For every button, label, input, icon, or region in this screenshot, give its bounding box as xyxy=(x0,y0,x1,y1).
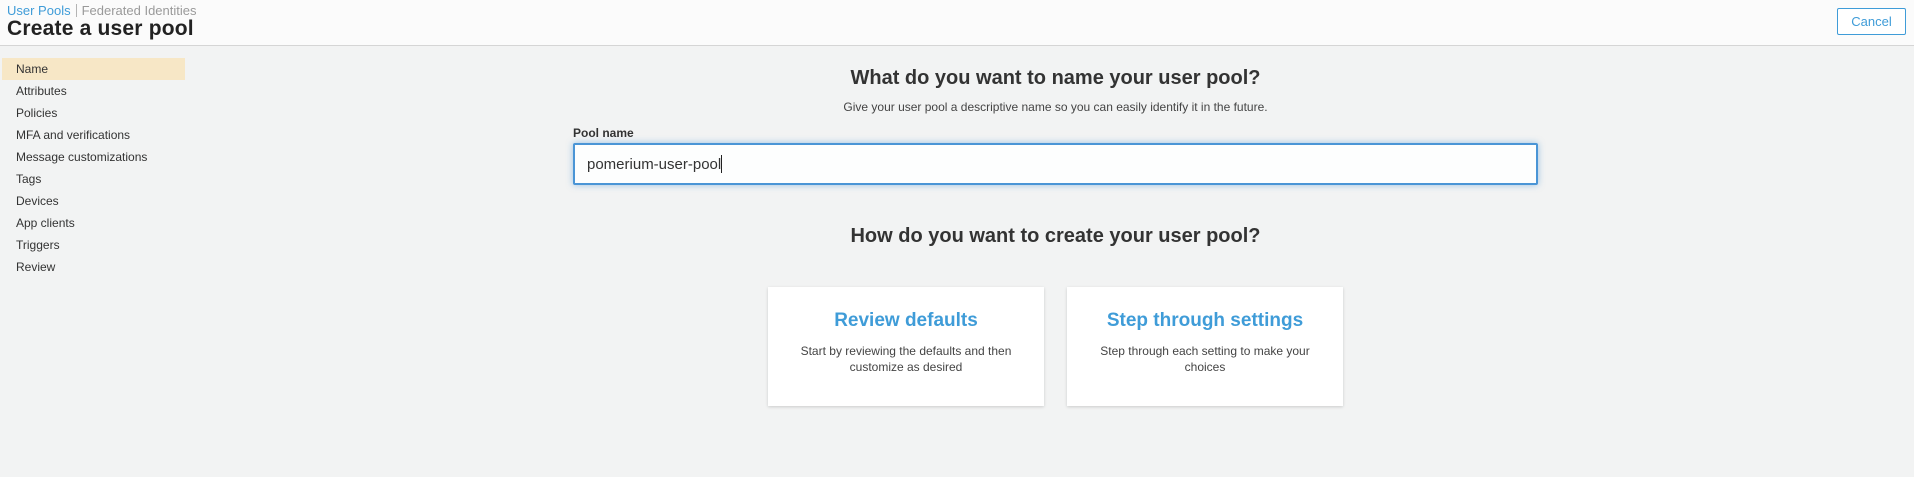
name-question-heading: What do you want to name your user pool? xyxy=(850,67,1261,89)
step-through-settings-card[interactable]: Step through settings Step through each … xyxy=(1067,287,1343,406)
sidebar-item-tags[interactable]: Tags xyxy=(2,168,185,190)
create-question-heading: How do you want to create your user pool… xyxy=(850,225,1261,247)
pool-name-field xyxy=(573,143,1538,185)
page-header: User Pools Federated Identities Create a… xyxy=(0,0,1914,46)
step-through-settings-title: Step through settings xyxy=(1106,310,1304,331)
pool-name-input[interactable] xyxy=(573,143,1538,185)
main-content: What do you want to name your user pool?… xyxy=(573,46,1538,406)
review-defaults-description: Start by reviewing the defaults and then… xyxy=(800,344,1012,374)
breadcrumb-user-pools[interactable]: User Pools xyxy=(7,3,71,18)
review-defaults-card[interactable]: Review defaults Start by reviewing the d… xyxy=(768,287,1044,406)
text-caret xyxy=(721,155,722,173)
review-defaults-title: Review defaults xyxy=(834,310,978,331)
creation-options: Review defaults Start by reviewing the d… xyxy=(573,287,1538,406)
page-title: Create a user pool xyxy=(7,17,194,40)
sidebar-item-mfa-and-verifications[interactable]: MFA and verifications xyxy=(2,124,185,146)
breadcrumb-divider xyxy=(75,4,77,17)
step-through-settings-description: Step through each setting to make your c… xyxy=(1100,344,1310,374)
sidebar-item-policies[interactable]: Policies xyxy=(2,102,185,124)
pool-name-label: Pool name xyxy=(573,126,634,140)
sidebar-item-attributes[interactable]: Attributes xyxy=(2,80,185,102)
sidebar-item-review[interactable]: Review xyxy=(2,256,185,278)
wizard-steps-sidebar: Name Attributes Policies MFA and verific… xyxy=(2,58,185,278)
name-question-subtext: Give your user pool a descriptive name s… xyxy=(843,100,1268,114)
cancel-button[interactable]: Cancel xyxy=(1837,8,1906,35)
sidebar-item-triggers[interactable]: Triggers xyxy=(2,234,185,256)
sidebar-item-devices[interactable]: Devices xyxy=(2,190,185,212)
breadcrumb: User Pools Federated Identities xyxy=(7,3,196,18)
breadcrumb-federated-identities[interactable]: Federated Identities xyxy=(82,3,197,18)
sidebar-item-app-clients[interactable]: App clients xyxy=(2,212,185,234)
sidebar-item-name[interactable]: Name xyxy=(2,58,185,80)
sidebar-item-message-customizations[interactable]: Message customizations xyxy=(2,146,185,168)
